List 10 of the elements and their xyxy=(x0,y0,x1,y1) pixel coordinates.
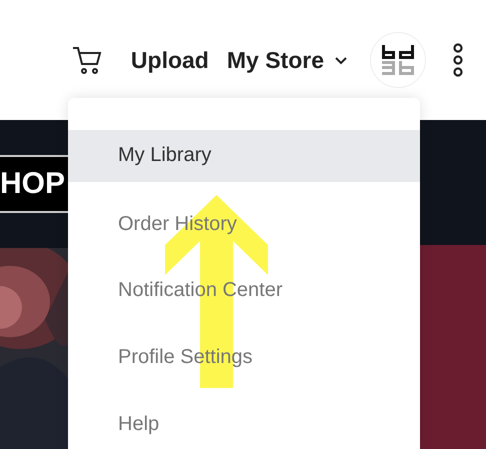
chevron-down-icon xyxy=(334,55,348,65)
upload-link[interactable]: Upload xyxy=(130,46,209,74)
more-icon[interactable] xyxy=(452,43,464,77)
logo-icon xyxy=(382,45,414,75)
avatar[interactable] xyxy=(370,32,426,88)
cart-icon[interactable] xyxy=(70,44,103,76)
my-store-menu[interactable]: My Store xyxy=(226,46,348,74)
menu-item[interactable]: My Library xyxy=(68,130,420,182)
banner-heading: HOP xyxy=(0,155,68,213)
menu-item[interactable]: Help xyxy=(68,400,420,449)
